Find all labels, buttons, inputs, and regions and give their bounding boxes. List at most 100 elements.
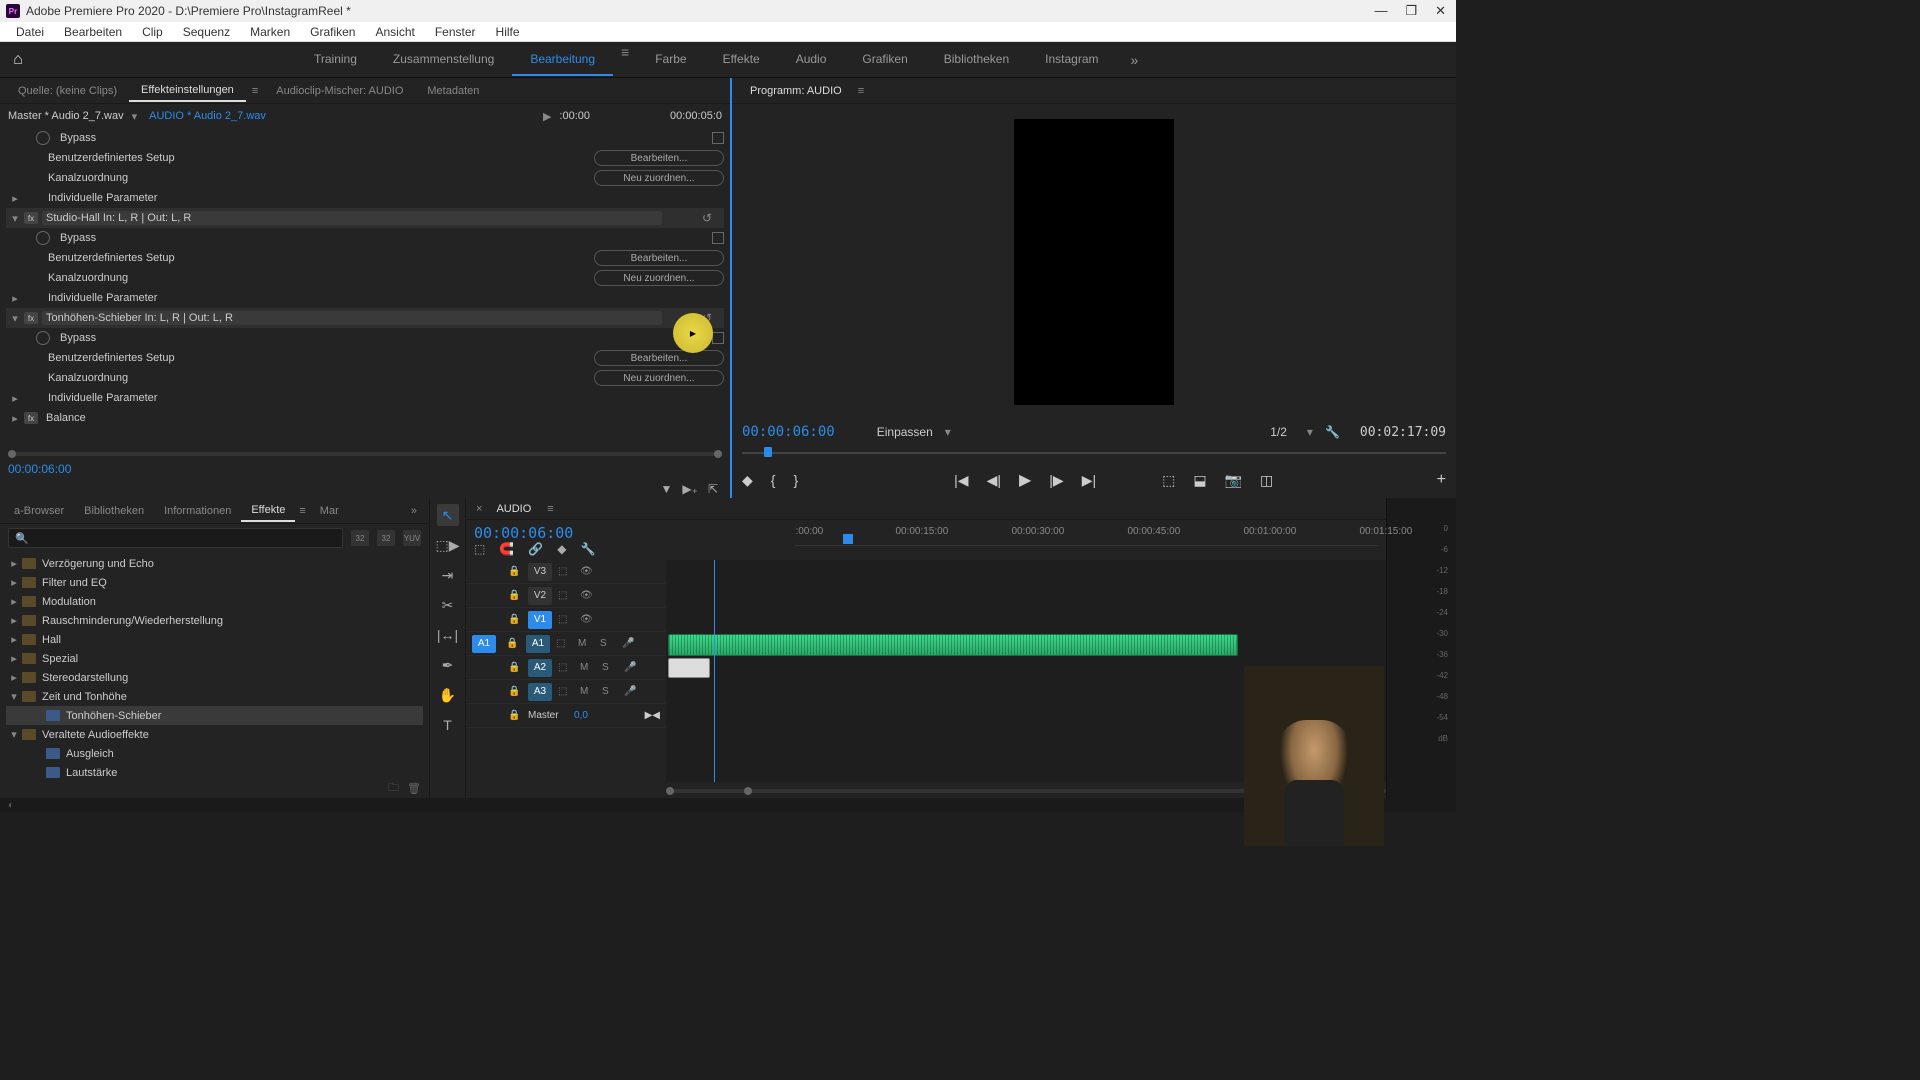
workspace-overflow-icon[interactable]: »	[1117, 52, 1153, 68]
stopwatch-icon[interactable]	[36, 331, 50, 345]
sync-lock-icon[interactable]: ⬚	[558, 686, 574, 697]
snap-icon[interactable]: 🧲	[499, 542, 514, 556]
mark-out-button[interactable]: }	[793, 472, 798, 488]
lock-icon[interactable]: 🔒	[508, 614, 522, 625]
effects-folder[interactable]: Rauschminderung/Wiederherstellung	[6, 611, 423, 630]
effects-preset[interactable]: Ausgleich	[6, 744, 423, 763]
tab-effekteinstellungen[interactable]: Effekteinstellungen	[129, 80, 246, 102]
expand-icon[interactable]	[6, 728, 22, 741]
program-video-frame[interactable]	[1014, 119, 1174, 405]
eye-icon[interactable]: 👁	[580, 566, 596, 577]
lift-button[interactable]: ⬚	[1162, 472, 1175, 489]
reset-icon[interactable]: ↺	[702, 211, 712, 225]
expand-icon[interactable]: ▸	[6, 392, 24, 405]
sequence-tab[interactable]: AUDIO	[488, 501, 539, 517]
mark-in-button[interactable]: {	[771, 472, 776, 488]
ripple-edit-tool[interactable]: ⇥	[437, 564, 459, 586]
voiceover-icon[interactable]: 🎤	[624, 686, 640, 697]
filter-icon[interactable]: ▼	[660, 482, 672, 496]
slip-tool[interactable]: |↔|	[437, 624, 459, 646]
tab-metadaten[interactable]: Metadaten	[415, 81, 491, 101]
menu-ansicht[interactable]: Ansicht	[365, 23, 424, 41]
workspace-farbe[interactable]: Farbe	[637, 44, 704, 76]
yuv-badge[interactable]: YUV	[403, 530, 421, 546]
tab-quelle[interactable]: Quelle: (keine Clips)	[6, 81, 129, 101]
sync-lock-icon[interactable]: ⬚	[558, 614, 574, 625]
effect-name[interactable]: Balance	[46, 412, 724, 424]
expand-icon[interactable]	[6, 633, 22, 646]
tab-bibliotheken[interactable]: Bibliotheken	[74, 501, 154, 521]
menu-datei[interactable]: Datei	[6, 23, 54, 41]
wrench-icon[interactable]: 🔧	[1325, 425, 1340, 439]
effect-name[interactable]: Studio-Hall In: L, R | Out: L, R	[42, 211, 662, 225]
tabs-overflow-icon[interactable]: »	[403, 505, 425, 517]
new-bin-icon[interactable]: 🗀	[388, 779, 399, 798]
pen-tool[interactable]: ✒	[437, 654, 459, 676]
scroll-handle-left[interactable]	[8, 450, 16, 458]
solo-button[interactable]: S	[602, 686, 618, 697]
step-forward-button[interactable]: |▶	[1049, 472, 1063, 489]
track-v1[interactable]: V1	[528, 611, 552, 629]
effects-folder[interactable]: Hall	[6, 630, 423, 649]
workspace-training[interactable]: Training	[296, 44, 375, 76]
zoom-dropdown[interactable]: 1/2	[1270, 425, 1287, 439]
expand-icon[interactable]	[6, 576, 22, 589]
audio-clip-a1[interactable]	[668, 634, 1238, 656]
lock-icon[interactable]: 🔒	[508, 566, 522, 577]
expand-icon[interactable]: ▸	[6, 192, 24, 205]
ec-timecode[interactable]: 00:00:06:00	[0, 458, 730, 480]
razor-tool[interactable]: ✂	[437, 594, 459, 616]
edit-setup-button[interactable]: Bearbeiten...	[594, 150, 724, 166]
menu-grafiken[interactable]: Grafiken	[300, 23, 365, 41]
fx-badge-icon[interactable]: fx	[24, 212, 38, 224]
lock-icon[interactable]: 🔒	[508, 710, 522, 721]
effects-folder[interactable]: Verzögerung und Echo	[6, 554, 423, 573]
edit-setup-button[interactable]: Bearbeiten...	[594, 350, 724, 366]
expand-master-icon[interactable]: ▶◀	[645, 710, 660, 721]
bypass-checkbox[interactable]	[712, 332, 724, 344]
tab-effekte[interactable]: Effekte	[241, 500, 295, 522]
track-a1[interactable]: A1	[526, 635, 550, 653]
program-timecode-current[interactable]: 00:00:06:00	[742, 424, 835, 440]
menu-hilfe[interactable]: Hilfe	[486, 23, 530, 41]
tab-mar[interactable]: Mar	[310, 501, 349, 521]
settings-icon[interactable]: 🔧	[580, 542, 595, 556]
export-frame-icon[interactable]: ⇱	[708, 482, 718, 496]
mute-button[interactable]: M	[580, 662, 596, 673]
fx-badge-icon[interactable]: fx	[24, 312, 38, 324]
playhead-marker[interactable]	[843, 534, 853, 544]
expand-icon[interactable]	[6, 690, 22, 703]
tab-menu-icon[interactable]: ≡	[295, 505, 309, 517]
effects-folder[interactable]: Spezial	[6, 649, 423, 668]
workspace-bibliotheken[interactable]: Bibliotheken	[926, 44, 1027, 76]
minimize-button[interactable]: —	[1374, 3, 1387, 19]
extract-button[interactable]: ⬓	[1193, 472, 1206, 489]
ec-play-icon[interactable]: ▶	[543, 110, 551, 123]
add-marker-button[interactable]: ◆	[742, 472, 753, 489]
fx-badge-icon[interactable]: fx	[24, 412, 38, 424]
timeline-timecode[interactable]: 00:00:06:00	[474, 524, 575, 542]
tab-informationen[interactable]: Informationen	[154, 501, 241, 521]
expand-icon[interactable]	[6, 652, 22, 665]
export-frame-button[interactable]: 📷	[1225, 472, 1242, 489]
comparison-view-button[interactable]: ◫	[1260, 472, 1273, 489]
close-button[interactable]: ✕	[1435, 3, 1446, 19]
nest-icon[interactable]: ⬚	[474, 542, 485, 556]
stopwatch-icon[interactable]	[36, 231, 50, 245]
go-to-in-button[interactable]: |◀	[954, 472, 968, 489]
workspace-audio[interactable]: Audio	[778, 44, 845, 76]
expand-icon[interactable]	[6, 671, 22, 684]
effect-name[interactable]: Tonhöhen-Schieber In: L, R | Out: L, R	[42, 311, 662, 325]
home-icon[interactable]: ⌂	[0, 51, 36, 69]
remap-button[interactable]: Neu zuordnen...	[594, 170, 724, 186]
sequence-menu-icon[interactable]: ≡	[547, 503, 553, 515]
menu-sequenz[interactable]: Sequenz	[173, 23, 240, 41]
lock-icon[interactable]: 🔒	[508, 590, 522, 601]
mute-button[interactable]: M	[580, 686, 596, 697]
bypass-checkbox[interactable]	[712, 232, 724, 244]
lock-icon[interactable]: 🔒	[508, 686, 522, 697]
audio-clip-a2[interactable]	[668, 658, 710, 678]
effects-preset[interactable]: Tonhöhen-Schieber	[6, 706, 423, 725]
menu-clip[interactable]: Clip	[132, 23, 173, 41]
stopwatch-icon[interactable]	[36, 131, 50, 145]
